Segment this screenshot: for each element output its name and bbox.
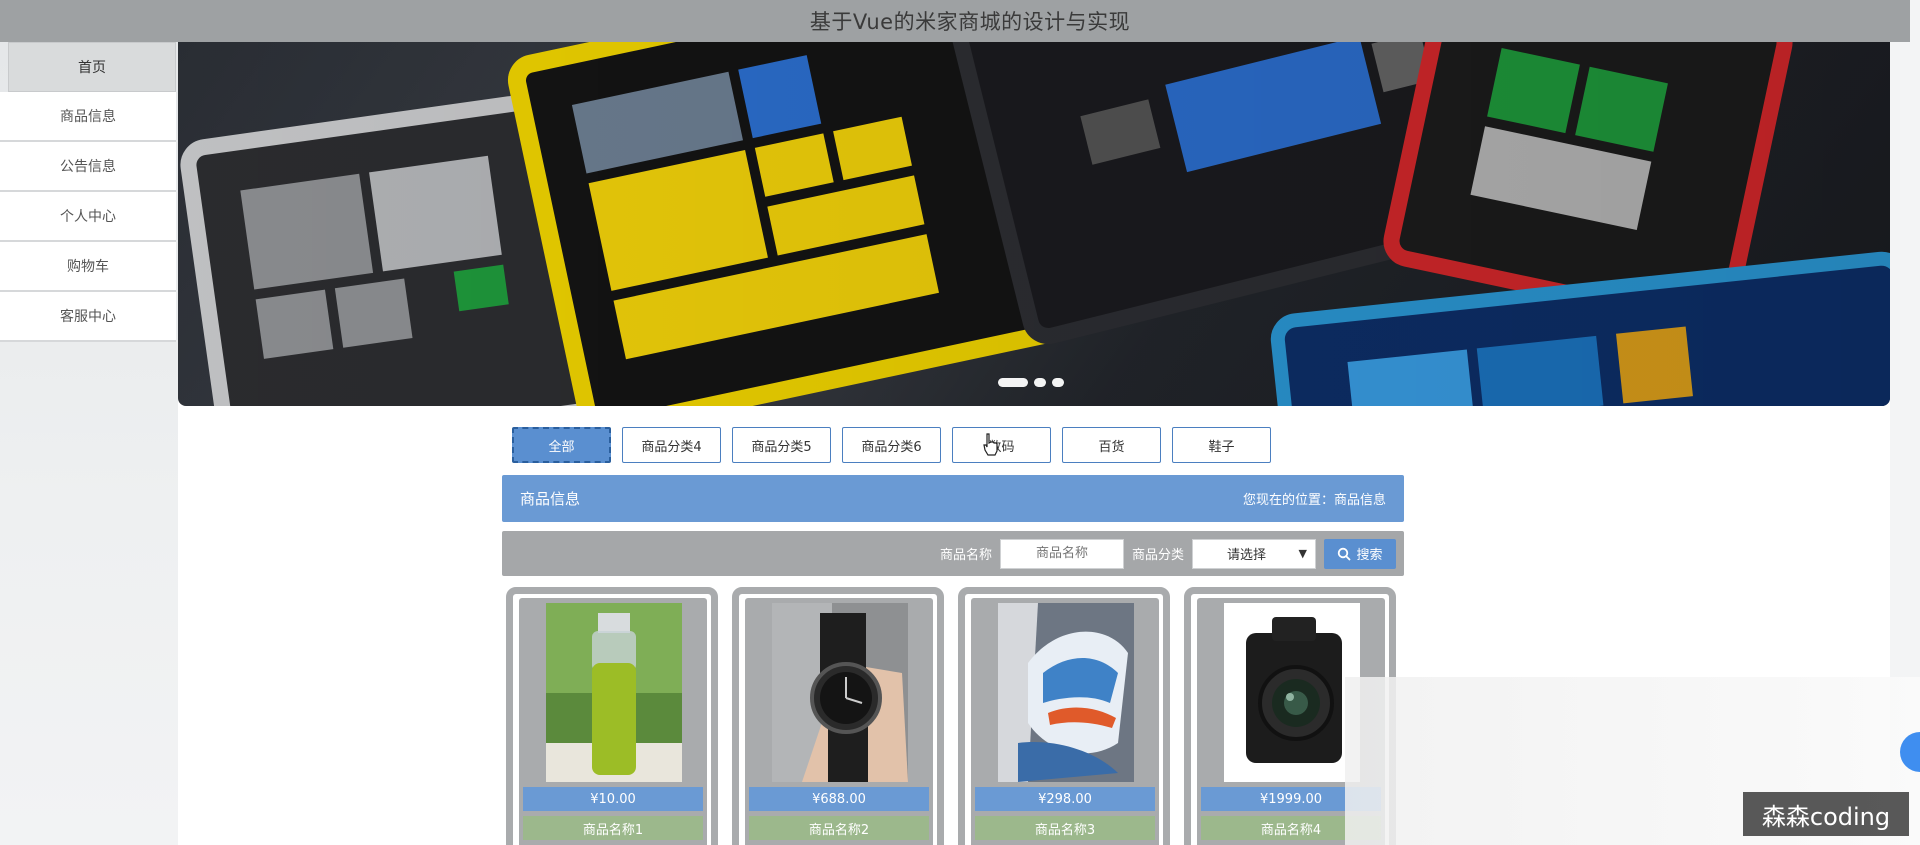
search-bar: 商品名称 商品分类 请选择 ▼ 搜索	[502, 531, 1404, 576]
product-price: ¥298.00	[975, 787, 1155, 811]
sidebar-nav: 首页 商品信息 公告信息 个人中心 购物车 客服中心	[0, 42, 176, 342]
product-grid: ¥10.00 商品名称1 ¥688.00 商品名称2 ¥298.00 商品名称3…	[506, 587, 1396, 845]
sidebar-item-home[interactable]: 首页	[8, 42, 176, 92]
category-button-digital[interactable]: 数码	[952, 427, 1051, 463]
category-select[interactable]: 请选择 ▼	[1192, 538, 1316, 569]
product-name[interactable]: 商品名称3	[975, 816, 1155, 840]
sidebar-item-products[interactable]: 商品信息	[0, 92, 176, 142]
watch-image	[772, 603, 908, 782]
breadcrumb: 您现在的位置：商品信息	[1242, 493, 1386, 508]
search-button[interactable]: 搜索	[1324, 538, 1396, 569]
sidebar-item-profile[interactable]: 个人中心	[0, 192, 176, 242]
product-name-label: 商品名称	[939, 548, 992, 563]
category-select-value: 请选择	[1227, 548, 1267, 563]
product-price: ¥10.00	[523, 787, 703, 811]
carousel-dot[interactable]	[1052, 378, 1064, 387]
camera-image	[1224, 603, 1360, 782]
banner-carousel[interactable]	[178, 42, 1890, 406]
sidebar-item-cart[interactable]: 购物车	[0, 242, 176, 292]
carousel-dot[interactable]	[1034, 378, 1046, 387]
product-name[interactable]: 商品名称2	[749, 816, 929, 840]
category-button-6[interactable]: 商品分类6	[842, 427, 941, 463]
product-name[interactable]: 商品名称1	[523, 816, 703, 840]
sidebar-item-announcements[interactable]: 公告信息	[0, 142, 176, 192]
category-button-4[interactable]: 商品分类4	[622, 427, 721, 463]
search-icon	[1338, 547, 1352, 561]
category-button-all[interactable]: 全部	[512, 427, 611, 463]
category-filter: 全部 商品分类4 商品分类5 商品分类6 数码 百货 鞋子	[512, 427, 1271, 463]
carousel-dot[interactable]	[998, 378, 1028, 387]
category-button-general[interactable]: 百货	[1062, 427, 1161, 463]
sidebar-item-support[interactable]: 客服中心	[0, 292, 176, 342]
sneaker-image	[998, 603, 1134, 782]
watermark: 森森coding	[1743, 792, 1909, 836]
site-title: 基于Vue的米家商城的设计与实现	[809, 10, 1131, 34]
product-name-input[interactable]	[999, 538, 1124, 569]
category-label: 商品分类	[1131, 548, 1184, 563]
product-price: ¥688.00	[749, 787, 929, 811]
chevron-down-icon: ▼	[1298, 547, 1307, 560]
category-button-5[interactable]: 商品分类5	[732, 427, 831, 463]
top-header: 基于Vue的米家商城的设计与实现	[0, 0, 1910, 42]
section-title: 商品信息	[520, 490, 581, 508]
product-card[interactable]: ¥10.00 商品名称1	[506, 587, 718, 845]
search-button-label: 搜索	[1356, 548, 1383, 563]
section-header-bar: 商品信息 您现在的位置：商品信息	[502, 475, 1404, 522]
carousel-indicators	[998, 378, 1064, 387]
bottle-image	[546, 603, 682, 782]
mouse-cursor-icon	[983, 433, 998, 456]
product-card[interactable]: ¥298.00 商品名称3	[958, 587, 1170, 845]
product-card[interactable]: ¥688.00 商品名称2	[732, 587, 944, 845]
category-button-shoes[interactable]: 鞋子	[1172, 427, 1271, 463]
